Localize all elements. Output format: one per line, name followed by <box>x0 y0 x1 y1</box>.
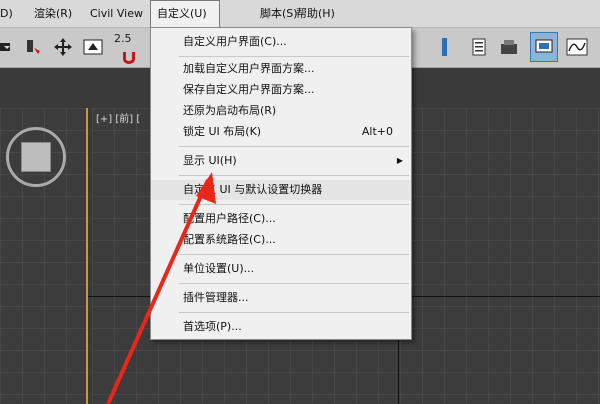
viewcube-face[interactable] <box>21 142 51 172</box>
viewport-label[interactable]: [+] [前] [ <box>96 110 140 125</box>
render-setup-button[interactable] <box>530 32 558 62</box>
menu-item-plugin-manager[interactable]: 插件管理器... <box>151 288 411 308</box>
menu-item-save-ui-scheme[interactable]: 保存自定义用户界面方案... <box>151 80 411 100</box>
menu-separator <box>179 254 409 255</box>
menu-item-configure-user-paths[interactable]: 配置用户路径(C)... <box>151 209 411 229</box>
select-by-name-icon[interactable] <box>20 34 46 60</box>
viewport-divider-vertical <box>398 340 399 404</box>
menu-item-configure-system-paths[interactable]: 配置系统路径(C)... <box>151 230 411 250</box>
menu-separator <box>179 146 409 147</box>
list-icon[interactable] <box>466 34 492 60</box>
menu-edit-partial[interactable]: D) <box>0 0 19 28</box>
menu-separator <box>179 312 409 313</box>
select-region-icon[interactable] <box>80 34 106 60</box>
shortcut-label: Alt+0 <box>361 125 393 138</box>
menu-item-ui-defaults-switcher[interactable]: 自定义 UI 与默认设置切换器 <box>151 180 411 200</box>
menu-item-load-ui-scheme[interactable]: 加载自定义用户界面方案... <box>151 59 411 79</box>
menu-item-show-ui[interactable]: 显示 UI(H) ▶ <box>151 151 411 171</box>
menu-separator <box>179 204 409 205</box>
menu-rendering[interactable]: 渲染(R) <box>28 0 78 28</box>
menu-separator <box>179 283 409 284</box>
menu-separator <box>179 56 409 57</box>
curve-editor-icon[interactable] <box>564 34 590 60</box>
menu-item-preferences[interactable]: 首选项(P)... <box>151 317 411 337</box>
menu-item-customize-ui[interactable]: 自定义用户界面(C)... <box>151 32 411 52</box>
menu-bar: D) 渲染(R) Civil View 自定义(U) 脚本(S) 帮助(H) <box>0 0 600 28</box>
customize-menu-dropdown: 自定义用户界面(C)... 加载自定义用户界面方案... 保存自定义用户界面方案… <box>150 27 412 340</box>
magnet-snap-icon[interactable] <box>116 44 142 70</box>
material-editor-icon[interactable] <box>496 34 522 60</box>
menu-civil-view[interactable]: Civil View <box>84 0 149 28</box>
menu-item-units-setup[interactable]: 单位设置(U)... <box>151 259 411 279</box>
submenu-arrow-icon: ▶ <box>396 156 403 165</box>
dropdown-arrow-icon[interactable] <box>0 34 20 60</box>
menu-item-lock-ui-layout[interactable]: 锁定 UI 布局(K) Alt+0 <box>151 122 411 142</box>
move-icon[interactable] <box>50 34 76 60</box>
menu-separator <box>179 175 409 176</box>
viewcube-icon[interactable] <box>6 127 66 187</box>
menu-help[interactable]: 帮助(H) <box>290 0 341 28</box>
menu-item-revert-startup-layout[interactable]: 还原为启动布局(R) <box>151 101 411 121</box>
layer-explorer-icon[interactable] <box>432 34 458 60</box>
menu-customize[interactable]: 自定义(U) <box>150 0 220 27</box>
